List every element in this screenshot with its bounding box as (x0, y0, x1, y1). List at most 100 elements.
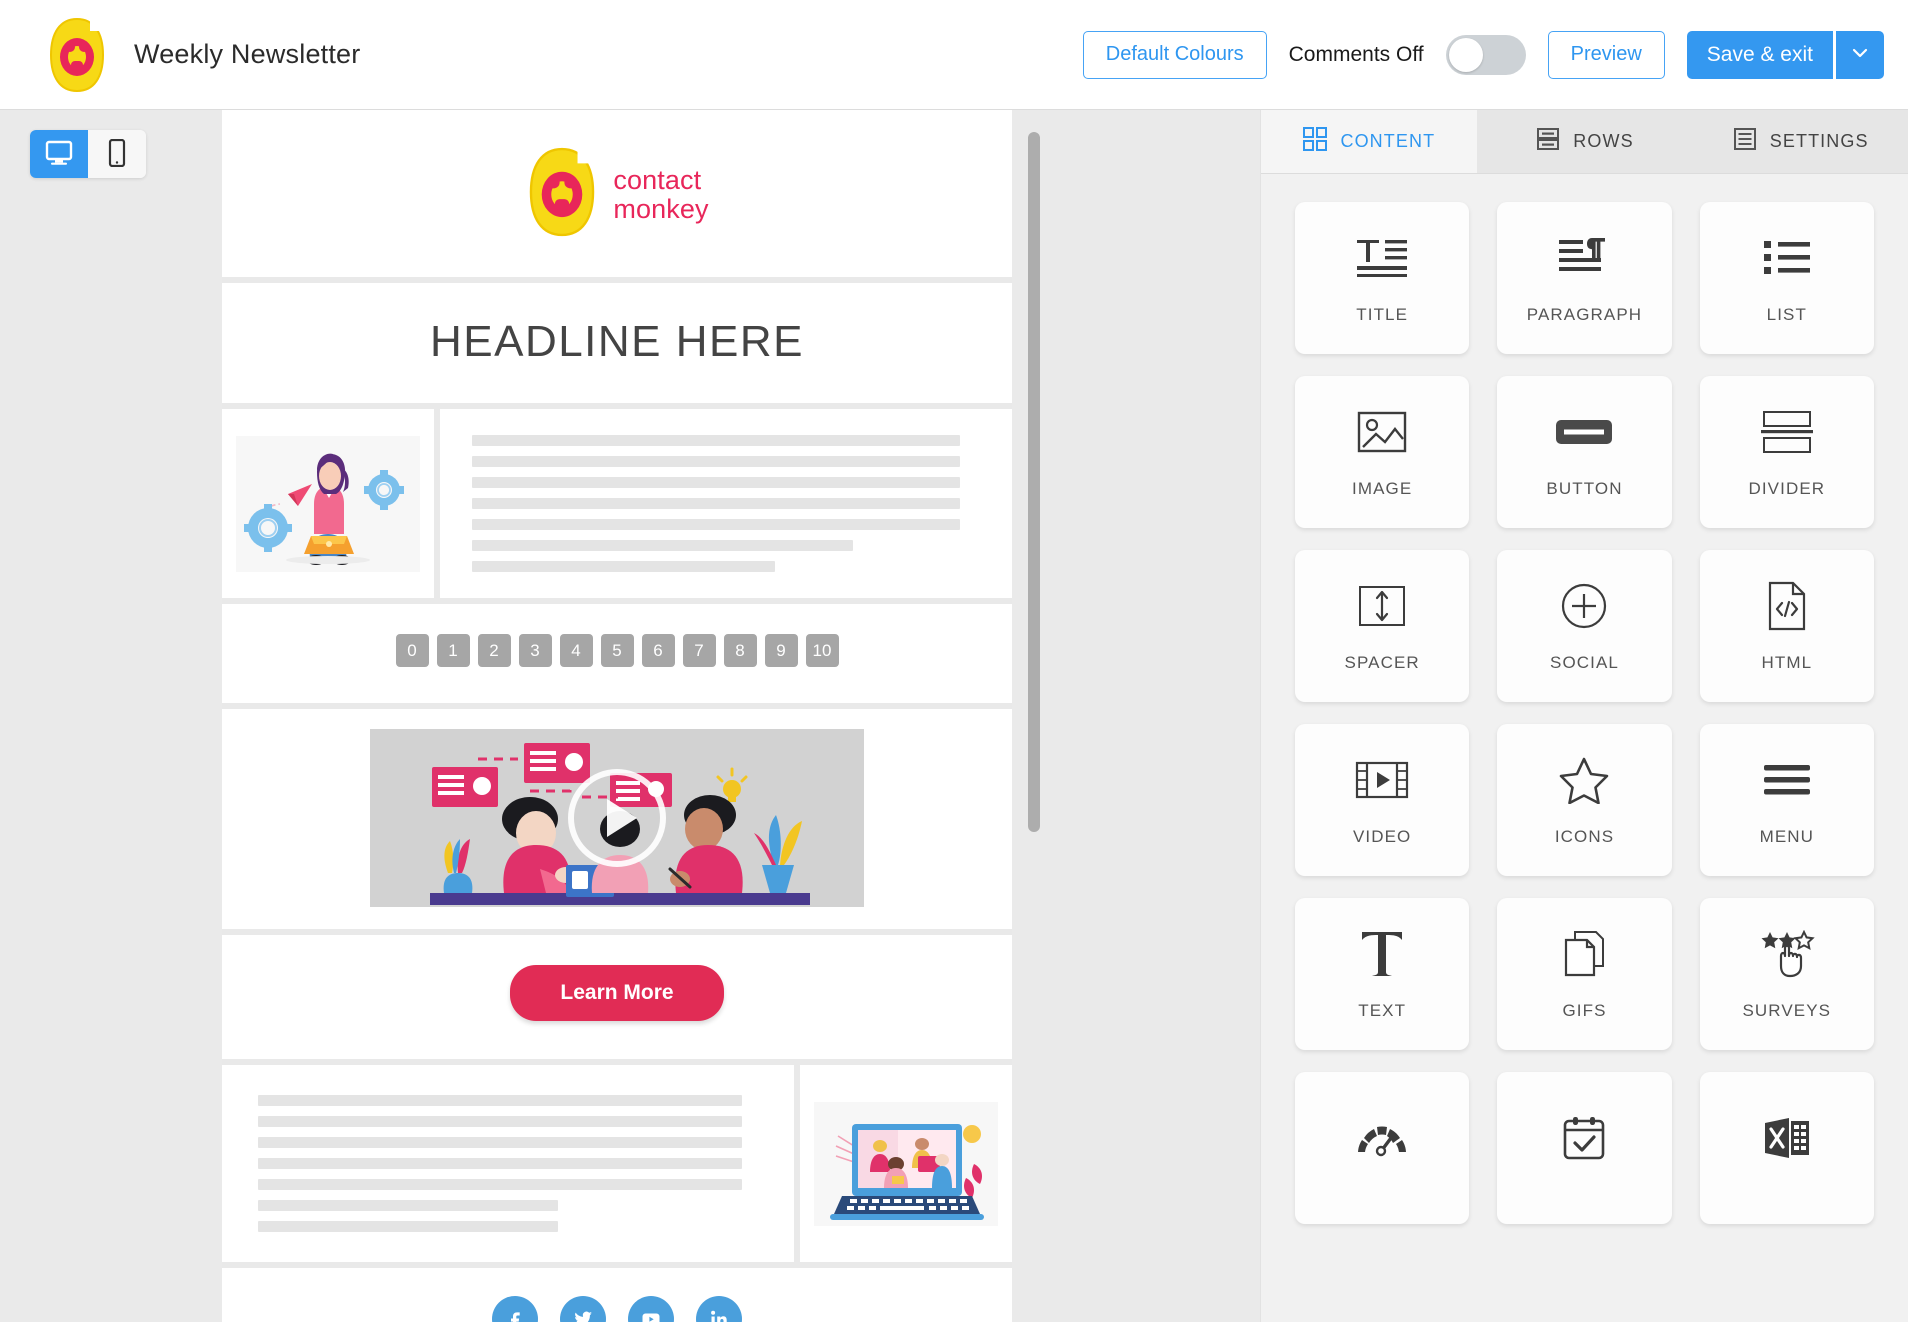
nps-button-8[interactable]: 8 (723, 634, 757, 667)
video-icon (1355, 753, 1409, 807)
tile-spacer[interactable]: SPACER (1295, 550, 1470, 702)
tile-image[interactable]: IMAGE (1295, 376, 1470, 528)
tile-gauge[interactable] (1295, 1072, 1470, 1224)
tile-button-label: BUTTON (1546, 479, 1623, 498)
nps-button-2[interactable]: 2 (477, 634, 511, 667)
button-icon (1555, 405, 1613, 459)
nps-button-9[interactable]: 9 (764, 634, 798, 667)
email-logo-block[interactable]: contact monkey (222, 110, 1012, 277)
twitter-icon[interactable] (560, 1296, 606, 1322)
email-preview-sheet: contact monkey HEADLINE HERE 0 1 2 3 4 5… (222, 110, 1012, 1322)
nps-button-6[interactable]: 6 (641, 634, 675, 667)
html-code-icon (1766, 579, 1808, 633)
editor-body: contact monkey HEADLINE HERE 0 1 2 3 4 5… (0, 110, 1908, 1322)
tile-html[interactable]: HTML (1699, 550, 1874, 702)
linkedin-icon[interactable] (696, 1296, 742, 1322)
tab-content[interactable]: CONTENT (1261, 110, 1477, 173)
tile-text[interactable]: TEXT (1295, 898, 1470, 1050)
email-video-block[interactable] (222, 709, 1012, 929)
tile-paragraph-label: PARAGRAPH (1526, 305, 1643, 324)
learn-more-button[interactable]: Learn More (510, 965, 724, 1021)
contactmonkey-logo-icon (46, 17, 108, 93)
nps-button-5[interactable]: 5 (600, 634, 634, 667)
default-colours-button[interactable]: Default Colours (1082, 30, 1267, 79)
email-text-block-2[interactable] (222, 1065, 794, 1262)
facebook-icon[interactable] (492, 1296, 538, 1322)
play-icon[interactable] (568, 769, 666, 867)
list-icon (1760, 231, 1814, 285)
gifs-pages-icon (1562, 927, 1606, 981)
email-illustration-block[interactable] (222, 409, 434, 598)
chevron-down-icon (1850, 43, 1870, 66)
nps-button-3[interactable]: 3 (518, 634, 552, 667)
tile-surveys[interactable]: SURVEYS (1699, 898, 1874, 1050)
email-cta-block[interactable]: Learn More (222, 935, 1012, 1059)
tile-icons-label: ICONS (1554, 827, 1615, 846)
save-dropdown-button[interactable] (1836, 30, 1884, 79)
menu-icon (1762, 753, 1812, 807)
tile-video[interactable]: VIDEO (1295, 724, 1470, 876)
nps-button-0[interactable]: 0 (395, 634, 429, 667)
surveys-stars-icon (1759, 927, 1815, 981)
tile-icons[interactable]: ICONS (1497, 724, 1672, 876)
settings-list-icon (1732, 126, 1758, 157)
device-preview-toggle (30, 130, 146, 178)
email-headline-block[interactable]: HEADLINE HERE (222, 283, 1012, 403)
tile-image-label: IMAGE (1352, 479, 1413, 498)
tile-social-label: SOCIAL (1550, 653, 1619, 672)
calendar-check-icon (1562, 1111, 1606, 1165)
tab-content-label: CONTENT (1340, 131, 1436, 151)
tile-menu[interactable]: MENU (1699, 724, 1874, 876)
save-and-exit-button[interactable]: Save & exit (1686, 30, 1833, 79)
tab-rows-label: ROWS (1573, 131, 1634, 151)
tile-divider-label: DIVIDER (1748, 479, 1826, 498)
top-toolbar: Weekly Newsletter Default Colours Commen… (0, 0, 1908, 110)
email-nps-block[interactable]: 0 1 2 3 4 5 6 7 8 9 10 (222, 604, 1012, 703)
contactmonkey-logo: contact monkey (525, 146, 708, 243)
tile-title-label: TITLE (1356, 305, 1409, 324)
divider-icon (1760, 405, 1813, 459)
panel-tabs: CONTENT ROWS SETTINGS (1261, 110, 1908, 174)
canvas-scrollbar[interactable] (1028, 132, 1040, 1300)
email-text-block-1[interactable] (440, 409, 1012, 598)
video-thumbnail[interactable] (370, 729, 864, 907)
tab-settings[interactable]: SETTINGS (1692, 110, 1908, 173)
email-template-editor: Weekly Newsletter Default Colours Commen… (0, 0, 1908, 1322)
tile-button[interactable]: BUTTON (1497, 376, 1672, 528)
nps-button-7[interactable]: 7 (682, 634, 716, 667)
tile-title[interactable]: TITLE (1295, 202, 1470, 354)
email-laptop-illustration-block[interactable] (800, 1065, 1012, 1262)
image-icon (1357, 405, 1407, 459)
rows-icon (1535, 126, 1561, 157)
tile-text-label: TEXT (1358, 1001, 1407, 1020)
page-title: Weekly Newsletter (134, 39, 361, 69)
editor-side-panel: CONTENT ROWS SETTINGS TITLE PARAGRAPH LI… (1260, 110, 1908, 1322)
nps-button-1[interactable]: 1 (436, 634, 470, 667)
mobile-view-button[interactable] (88, 130, 146, 178)
canvas-scrollbar-thumb[interactable] (1028, 132, 1040, 832)
laptop-meeting-illustration-icon (814, 1101, 998, 1226)
grid-icon (1302, 126, 1328, 157)
tile-social[interactable]: SOCIAL (1497, 550, 1672, 702)
logo-word-line2: monkey (613, 193, 709, 224)
tile-paragraph[interactable]: PARAGRAPH (1497, 202, 1672, 354)
tile-gifs-label: GIFS (1562, 1001, 1607, 1020)
tile-calendar[interactable] (1497, 1072, 1672, 1224)
comments-toggle[interactable] (1445, 34, 1526, 75)
spacer-icon (1356, 579, 1408, 633)
tab-rows[interactable]: ROWS (1476, 110, 1693, 173)
tile-menu-label: MENU (1759, 827, 1815, 846)
preview-button[interactable]: Preview (1547, 30, 1665, 79)
nps-button-4[interactable]: 4 (559, 634, 593, 667)
gauge-icon (1354, 1111, 1410, 1165)
email-social-block[interactable] (222, 1268, 1012, 1322)
desktop-view-button[interactable] (30, 130, 88, 178)
tile-divider[interactable]: DIVIDER (1699, 376, 1874, 528)
youtube-icon[interactable] (628, 1296, 674, 1322)
tile-gifs[interactable]: GIFS (1497, 898, 1672, 1050)
tile-excel[interactable] (1699, 1072, 1874, 1224)
tile-list[interactable]: LIST (1699, 202, 1874, 354)
contactmonkey-wordmark: contact monkey (613, 166, 708, 223)
title-icon (1355, 231, 1409, 285)
nps-button-10[interactable]: 10 (805, 634, 839, 667)
